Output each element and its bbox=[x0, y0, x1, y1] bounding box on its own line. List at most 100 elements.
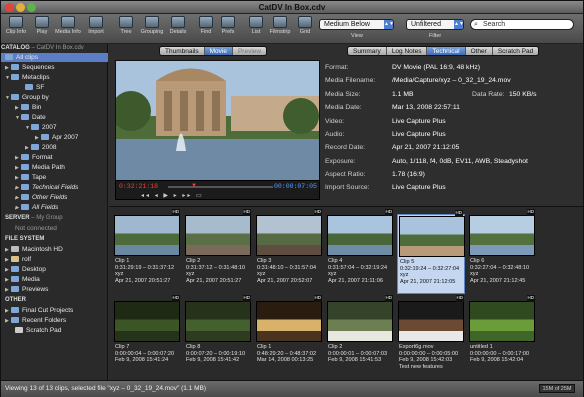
tab-scratch-pad[interactable]: Scratch Pad bbox=[492, 47, 539, 55]
folder-icon bbox=[21, 154, 29, 161]
status-text: Viewing 13 of 13 clips, selected file "x… bbox=[5, 385, 207, 392]
clip-card[interactable]: HD Clip 7 0:00:00:04 – 0:00:07:20 Feb 9, 20… bbox=[113, 295, 181, 380]
sidebar-item-rolf[interactable]: ▶ rolf bbox=[1, 255, 108, 264]
sidebar-item-macintosh-hd[interactable]: ▶ Macintosh HD bbox=[1, 245, 108, 254]
find-icon bbox=[199, 16, 213, 28]
view-select[interactable]: Medium Below ▲▼ bbox=[319, 19, 394, 30]
other-header: OTHER bbox=[5, 297, 26, 303]
search-input[interactable]: ⌕ Search bbox=[470, 19, 574, 30]
sidebar-item-media-path[interactable]: ▶ Media Path bbox=[1, 163, 108, 172]
clip-thumbnail[interactable] bbox=[399, 216, 465, 257]
transport-buttons[interactable]: ◂◂ ◂ ▶ ▸ ▸▸ ▭ bbox=[141, 192, 204, 199]
sidebar-item-media[interactable]: ▶ Media bbox=[1, 275, 108, 284]
clip-thumbnail[interactable] bbox=[469, 215, 535, 256]
clip-card[interactable]: HD Clip 2 0:31:37:12 – 0:31:48:10 xyz Apr 21… bbox=[184, 209, 252, 294]
clip-thumbnail[interactable] bbox=[114, 215, 180, 256]
sidebar-item-apr-2007[interactable]: ▶ Apr 2007 bbox=[1, 133, 108, 142]
folder-icon bbox=[11, 307, 19, 314]
sidebar-item-metaclips[interactable]: ▼ Metaclips bbox=[1, 73, 108, 82]
play-button[interactable]: Play bbox=[29, 16, 55, 35]
sidebar-item-format[interactable]: ▶ Format bbox=[1, 153, 108, 162]
list-button[interactable]: List bbox=[243, 16, 269, 35]
clip-card[interactable]: HD Export6g.mov 0:00:00:00 – 0:00:05:00 Feb… bbox=[397, 295, 465, 380]
filter-select[interactable]: Unfiltered ▲▼ bbox=[406, 19, 464, 30]
clip-note: Test new features bbox=[399, 363, 443, 370]
clip-thumbnail[interactable] bbox=[398, 301, 464, 342]
clip-card[interactable]: HD Clip 2 0:00:00:01 – 0:00:07:03 Feb 9, 20… bbox=[326, 295, 394, 380]
sidebar-item-tape[interactable]: ▶ Tape bbox=[1, 173, 108, 182]
tab-preview[interactable]: Preview bbox=[232, 47, 267, 55]
folder-icon bbox=[21, 164, 29, 171]
field-import-source: Import Source: Live Capture Plus bbox=[325, 184, 446, 191]
sidebar-item-all-clips[interactable]: All clips bbox=[1, 53, 108, 62]
clip-thumbnail[interactable] bbox=[185, 301, 251, 342]
clip-thumbnail[interactable] bbox=[256, 301, 322, 342]
prefs-icon bbox=[221, 16, 235, 28]
clip-thumbnail[interactable] bbox=[256, 215, 322, 256]
sidebar-item-scratch-pad[interactable]: Scratch Pad bbox=[1, 326, 108, 335]
timecode-current: 0:32:21:18 bbox=[119, 183, 159, 190]
hdv-badge-icon: HD bbox=[384, 209, 393, 216]
clip-card[interactable]: HD Clip 3 0:31:48:10 – 0:31:57:04 xyz Apr 21… bbox=[255, 209, 323, 294]
movie-preview[interactable] bbox=[115, 60, 320, 200]
clip-thumbnail[interactable] bbox=[327, 301, 393, 342]
sidebar-item-all-fields[interactable]: ▶ All Fields bbox=[1, 203, 108, 212]
clip-grid: HD Clip 1 0:31:29:19 – 0:31:37:12 xyz Apr 21… bbox=[109, 206, 583, 380]
folder-icon bbox=[11, 286, 19, 293]
media-info-button[interactable]: Media Info bbox=[55, 16, 81, 35]
note-icon bbox=[15, 327, 23, 334]
folder-icon bbox=[25, 84, 33, 91]
sidebar-item-desktop[interactable]: ▶ Desktop bbox=[1, 265, 108, 274]
folder-icon bbox=[11, 266, 19, 273]
clip-info-button[interactable]: Clip Info bbox=[3, 16, 29, 35]
sidebar-item-group-by[interactable]: ▼ Group by bbox=[1, 93, 108, 102]
tab-thumbnails[interactable]: Thumbnails bbox=[160, 47, 205, 55]
sidebar-item-previews[interactable]: ▶ Previews bbox=[1, 285, 108, 294]
tree-button[interactable]: Tree bbox=[113, 16, 139, 35]
clip-card[interactable]: HD Clip 5 0:32:19:24 – 0:32:27:04 xyz Apr 21… bbox=[397, 210, 465, 294]
sidebar-item-date[interactable]: ▼ Date bbox=[1, 113, 108, 122]
tab-other[interactable]: Other bbox=[465, 47, 493, 55]
sidebar: CATALOG – CatDV In Box.cdv All clips ▶ Se… bbox=[1, 44, 108, 380]
grouping-button[interactable]: Grouping bbox=[139, 16, 165, 35]
import-button[interactable]: Import bbox=[83, 16, 109, 35]
clip-thumbnail[interactable] bbox=[469, 301, 535, 342]
sidebar-item-2007[interactable]: ▼ 2007 bbox=[1, 123, 108, 132]
clip-date: Apr 21, 2007 20:52:07 bbox=[257, 277, 313, 284]
clip-card[interactable]: HD untitled 1 0:00:00:00 – 0:00:17:00 Feb 9… bbox=[468, 295, 536, 380]
prefs-button[interactable]: Prefs bbox=[215, 16, 241, 35]
scrub-bar[interactable] bbox=[168, 186, 273, 188]
app-window: CatDV In Box.cdv Clip Info Play Media In… bbox=[0, 0, 584, 397]
hdv-badge-icon: HD bbox=[526, 295, 535, 302]
folder-icon bbox=[11, 74, 19, 81]
clip-card[interactable]: HD Clip 1 0:48:29:20 – 0:48:37:02 Mar 14, 2… bbox=[255, 295, 323, 380]
sidebar-item-final-cut-projects[interactable]: ▶ Final Cut Projects bbox=[1, 306, 108, 315]
sidebar-item-other-fields[interactable]: ▶ Other Fields bbox=[1, 193, 108, 202]
folder-icon bbox=[21, 184, 29, 191]
sidebar-item-2008[interactable]: ▶ 2008 bbox=[1, 143, 108, 152]
clip-thumbnail[interactable] bbox=[185, 215, 251, 256]
field-aspect-ratio: Aspect Ratio: 1.78 (16:9) bbox=[325, 171, 425, 178]
sidebar-item-bin[interactable]: ▶ Bin bbox=[1, 103, 108, 112]
tab-summary[interactable]: Summary bbox=[348, 47, 387, 55]
clip-thumbnail[interactable] bbox=[114, 301, 180, 342]
sidebar-item-technical-fields[interactable]: ▶ Technical Fields bbox=[1, 183, 108, 192]
clip-card[interactable]: HD Clip 1 0:31:29:19 – 0:31:37:12 xyz Apr 21… bbox=[113, 209, 181, 294]
playhead-icon[interactable]: ▼ bbox=[191, 183, 197, 189]
tab-log-notes[interactable]: Log Notes bbox=[386, 47, 428, 55]
sidebar-item-recent-folders[interactable]: ▶ Recent Folders bbox=[1, 316, 108, 325]
grid-button[interactable]: Grid bbox=[292, 16, 318, 35]
details-button[interactable]: Details bbox=[165, 16, 191, 35]
sidebar-item-sf[interactable]: SF bbox=[1, 83, 108, 92]
clip-card[interactable]: HD Clip 4 0:31:57:04 – 0:32:19:24 xyz Apr 21… bbox=[326, 209, 394, 294]
filmstrip-button[interactable]: Filmstrip bbox=[267, 16, 293, 35]
detail-tabs: Summary Log Notes Technical Other Scratc… bbox=[347, 46, 540, 56]
grid-icon bbox=[298, 16, 312, 28]
tab-technical[interactable]: Technical bbox=[427, 47, 466, 55]
clip-card[interactable]: HD Clip 8 0:00:07:20 – 0:00:19:10 Feb 9, 20… bbox=[184, 295, 252, 380]
tab-movie[interactable]: Movie bbox=[204, 47, 233, 55]
clip-card[interactable]: HD Clip 6 0:32:27:04 – 0:32:48:10 xyz Apr 21… bbox=[468, 209, 536, 294]
sidebar-item-sequences[interactable]: ▶ Sequences bbox=[1, 63, 108, 72]
hdv-badge-icon: HD bbox=[171, 295, 180, 302]
clip-thumbnail[interactable] bbox=[327, 215, 393, 256]
